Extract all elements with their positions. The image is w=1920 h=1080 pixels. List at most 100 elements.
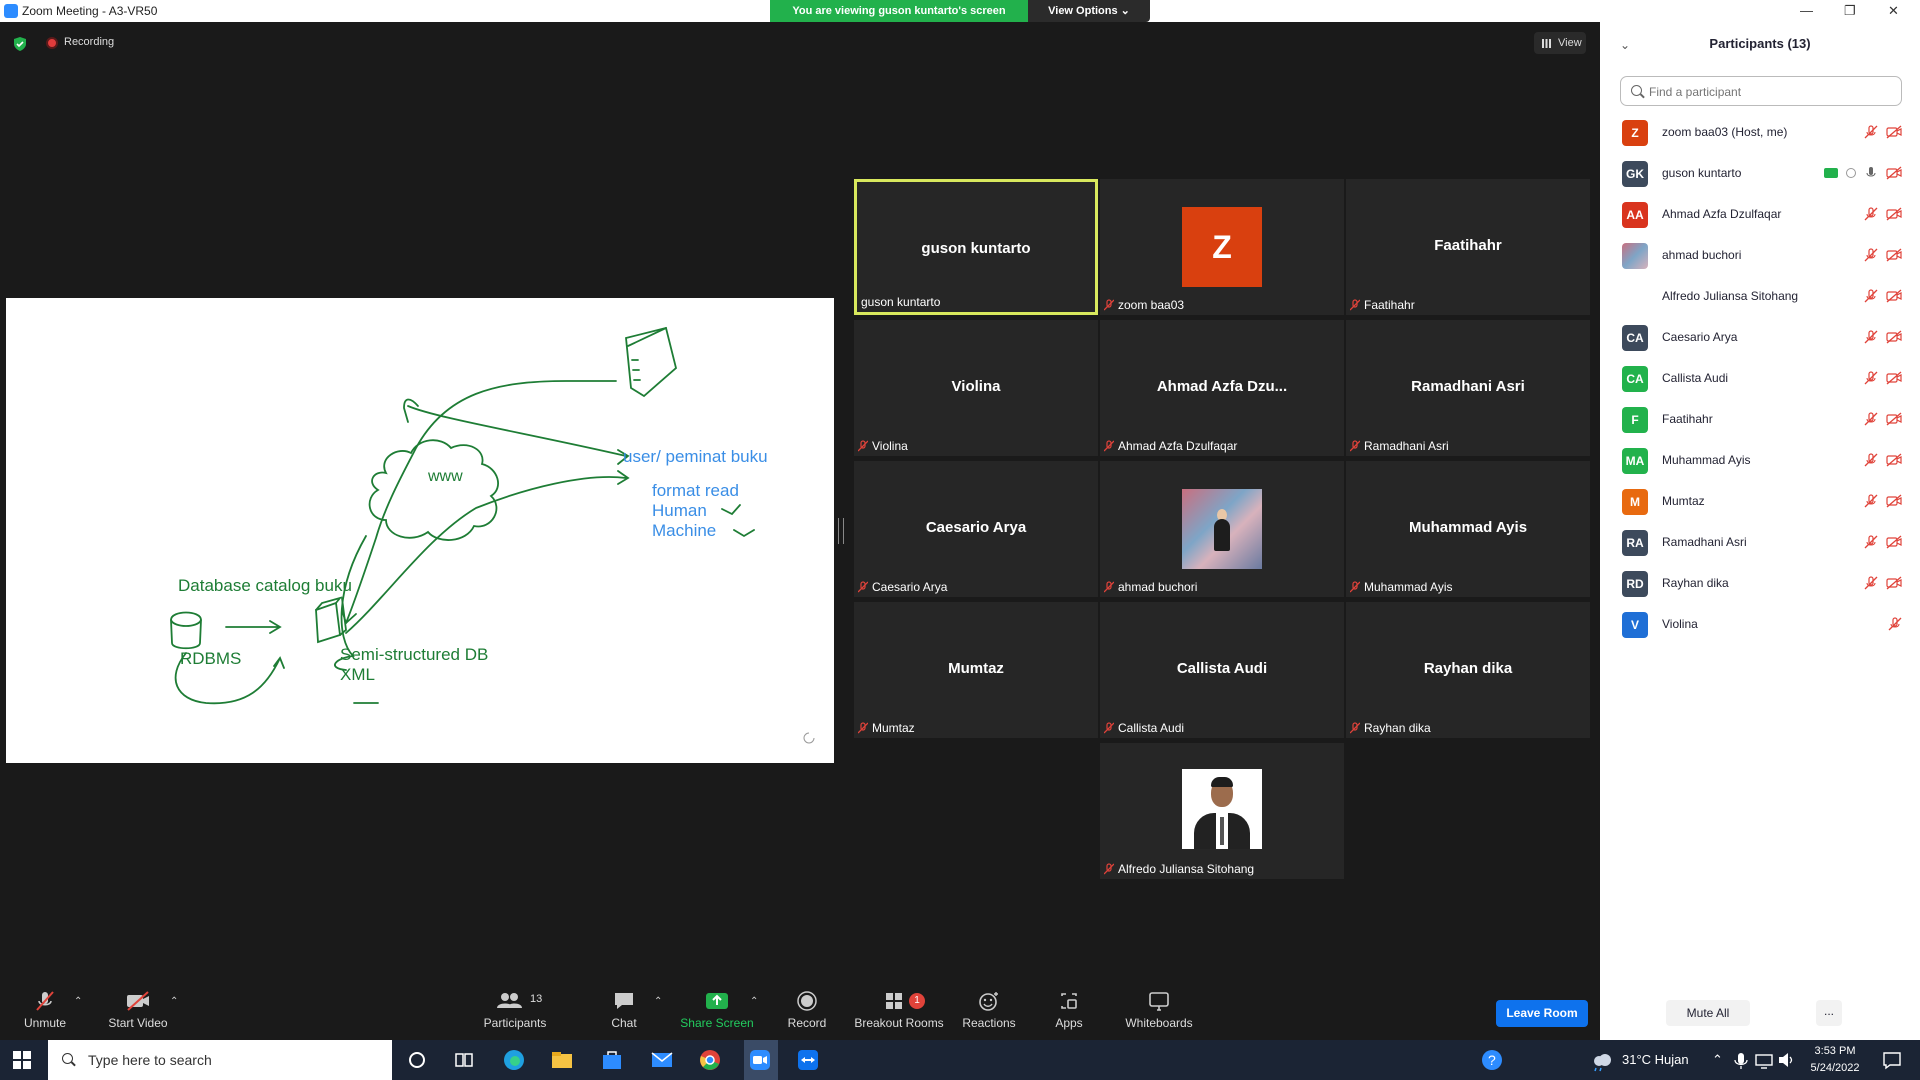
video-tile[interactable]: Mumtaz Mumtaz [854, 602, 1098, 738]
participant-row[interactable]: AA Ahmad Azfa Dzulfaqar [1600, 194, 1920, 235]
restore-icon[interactable]: ❐ [1844, 3, 1856, 19]
view-options-button[interactable]: View Options ⌄ [1028, 0, 1150, 22]
chrome-icon[interactable] [698, 1048, 722, 1072]
mic-muted-icon[interactable] [1864, 207, 1878, 221]
video-off-icon[interactable] [1886, 412, 1902, 426]
mic-muted-icon[interactable] [1888, 617, 1902, 631]
record-icon [797, 991, 817, 1011]
unmute-button[interactable]: Unmute [20, 990, 70, 1030]
mail-icon[interactable] [650, 1048, 674, 1072]
mic-muted-icon[interactable] [1864, 371, 1878, 385]
recording-icon[interactable] [46, 37, 58, 49]
mic-muted-icon[interactable] [1864, 248, 1878, 262]
participant-row[interactable]: V Violina [1600, 604, 1920, 645]
mic-muted-icon[interactable] [1864, 125, 1878, 139]
video-off-icon[interactable] [1886, 371, 1902, 385]
video-off-icon[interactable] [1886, 289, 1902, 303]
store-icon[interactable] [600, 1048, 624, 1072]
participant-row[interactable]: MA Muhammad Ayis [1600, 440, 1920, 481]
more-options-button[interactable]: ... [1816, 1000, 1842, 1026]
mute-all-button[interactable]: Mute All [1666, 1000, 1750, 1026]
video-tile[interactable]: Faatihahr Faatihahr [1346, 179, 1590, 315]
minimize-icon[interactable]: — [1800, 3, 1813, 18]
participant-search-input[interactable] [1647, 82, 1891, 102]
mic-muted-icon[interactable] [1864, 330, 1878, 344]
participant-row[interactable]: ahmad buchori [1600, 235, 1920, 276]
mic-muted-icon[interactable] [1864, 535, 1878, 549]
weather-cloud-icon[interactable] [1590, 1048, 1614, 1072]
weather-text[interactable]: 31°C Hujan [1622, 1052, 1689, 1067]
taskbar-clock[interactable]: 3:53 PM 5/24/2022 [1800, 1043, 1870, 1077]
start-video-button[interactable]: Start Video [106, 990, 170, 1030]
refresh-icon[interactable] [803, 732, 815, 744]
participant-row[interactable]: Zzoom baa03 (Host, me) [1600, 112, 1920, 153]
help-icon[interactable]: ? [1480, 1048, 1504, 1072]
video-tile[interactable]: Z zoom baa03 [1100, 179, 1344, 315]
tray-chevron-icon[interactable]: ⌃ [1712, 1052, 1723, 1068]
mic-muted-icon[interactable] [1864, 289, 1878, 303]
taskbar-search[interactable]: Type here to search [48, 1040, 392, 1080]
video-off-icon[interactable] [1886, 453, 1902, 467]
mic-muted-icon[interactable] [1864, 412, 1878, 426]
video-tile[interactable]: Muhammad Ayis Muhammad Ayis [1346, 461, 1590, 597]
chat-button[interactable]: Chat [604, 990, 644, 1030]
network-icon[interactable] [1754, 1048, 1774, 1072]
shared-screen[interactable]: user/ peminat buku format read Human Mac… [6, 298, 834, 763]
video-tile[interactable]: Caesario Arya Caesario Arya [854, 461, 1098, 597]
video-off-icon[interactable] [1886, 535, 1902, 549]
task-view-icon[interactable] [452, 1048, 476, 1072]
whiteboards-button[interactable]: Whiteboards [1122, 990, 1196, 1030]
view-button[interactable]: View [1534, 32, 1586, 54]
reactions-button[interactable]: Reactions [962, 990, 1016, 1030]
video-tile[interactable]: Ahmad Azfa Dzu... Ahmad Azfa Dzulfaqar [1100, 320, 1344, 456]
apps-button[interactable]: Apps [1052, 990, 1086, 1030]
file-explorer-icon[interactable] [550, 1048, 574, 1072]
split-view-handle[interactable] [838, 518, 844, 544]
zoom-icon[interactable] [748, 1048, 772, 1072]
teamviewer-icon[interactable] [796, 1048, 820, 1072]
video-tile[interactable]: Ramadhani Asri Ramadhani Asri [1346, 320, 1590, 456]
participant-row[interactable]: RA Ramadhani Asri [1600, 522, 1920, 563]
edge-icon[interactable] [502, 1048, 526, 1072]
video-tile[interactable]: ahmad buchori [1100, 461, 1344, 597]
mic-muted-icon[interactable] [1864, 453, 1878, 467]
video-off-icon[interactable] [1886, 125, 1902, 139]
video-off-icon[interactable] [1886, 207, 1902, 221]
microphone-tray-icon[interactable] [1732, 1048, 1750, 1072]
chat-options-caret-icon[interactable]: ⌃ [654, 996, 662, 1007]
audio-options-caret-icon[interactable]: ⌃ [74, 996, 82, 1007]
video-tile[interactable]: Callista Audi Callista Audi [1100, 602, 1344, 738]
leave-room-button[interactable]: Leave Room [1496, 1000, 1588, 1027]
cortana-icon[interactable] [405, 1048, 429, 1072]
notifications-icon[interactable] [1880, 1048, 1904, 1072]
participant-row[interactable]: Alfredo Juliansa Sitohang [1600, 276, 1920, 317]
encryption-shield-icon[interactable] [12, 36, 28, 52]
video-off-icon[interactable] [1886, 248, 1902, 262]
video-tile[interactable]: guson kuntarto guson kuntarto [854, 179, 1098, 315]
participant-row[interactable]: M Mumtaz [1600, 481, 1920, 522]
mic-muted-icon[interactable] [1864, 494, 1878, 508]
participant-row[interactable]: GK guson kuntarto [1600, 153, 1920, 194]
mic-on-icon[interactable] [1864, 166, 1878, 180]
windows-start-icon[interactable] [12, 1050, 32, 1070]
video-tile[interactable]: Alfredo Juliansa Sitohang [1100, 743, 1344, 879]
share-screen-button[interactable]: Share Screen [680, 990, 754, 1030]
participant-row[interactable]: CA Callista Audi [1600, 358, 1920, 399]
participant-row[interactable]: F Faatihahr [1600, 399, 1920, 440]
participant-search[interactable] [1620, 76, 1902, 106]
participant-row[interactable]: RD Rayhan dika [1600, 563, 1920, 604]
video-options-caret-icon[interactable]: ⌃ [170, 996, 178, 1007]
mic-muted-icon[interactable] [1864, 576, 1878, 590]
breakout-rooms-button[interactable]: Breakout Rooms [852, 990, 946, 1030]
video-off-icon[interactable] [1886, 330, 1902, 344]
video-off-icon[interactable] [1886, 166, 1902, 180]
video-tile[interactable]: Rayhan dika Rayhan dika [1346, 602, 1590, 738]
close-icon[interactable]: ✕ [1888, 3, 1899, 19]
record-button[interactable]: Record [784, 990, 830, 1030]
video-off-icon[interactable] [1886, 576, 1902, 590]
volume-icon[interactable] [1776, 1048, 1796, 1072]
video-tile[interactable]: Violina Violina [854, 320, 1098, 456]
share-options-caret-icon[interactable]: ⌃ [750, 996, 758, 1007]
video-off-icon[interactable] [1886, 494, 1902, 508]
participant-row[interactable]: CA Caesario Arya [1600, 317, 1920, 358]
